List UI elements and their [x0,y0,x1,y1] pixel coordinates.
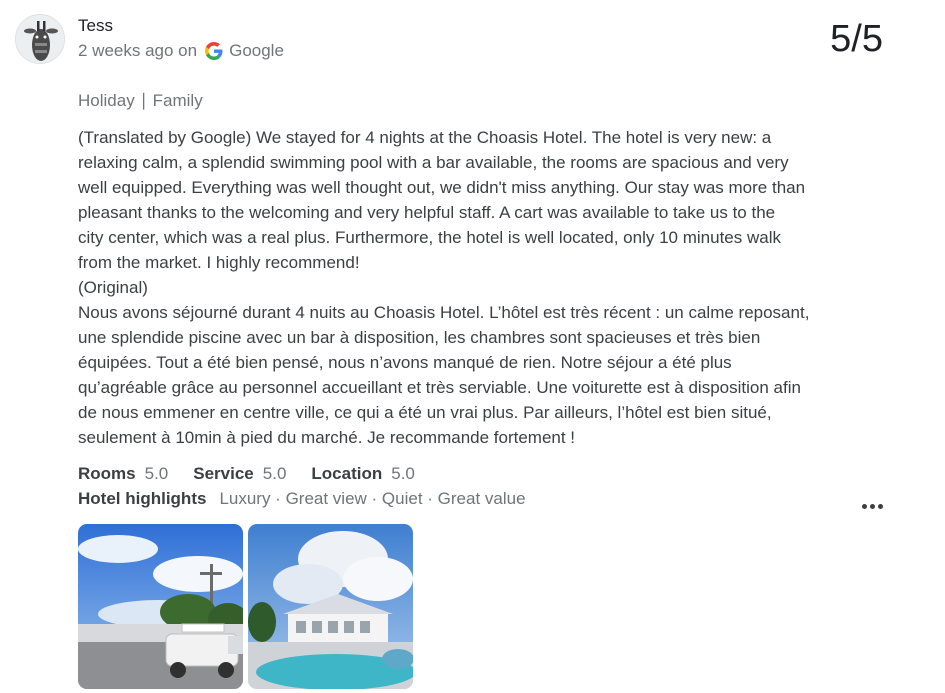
highlights-label: Hotel highlights [78,489,207,508]
review-text-line: équipées. Tout a été bien pensé, nous n’… [78,353,732,372]
author-name[interactable]: Tess [78,16,113,36]
review-text-line: pleasant thanks to the welcoming and ver… [78,203,776,222]
review-photo-pool[interactable] [248,524,413,689]
rating-label-location: Location [311,464,383,483]
rating-label-service: Service [193,464,254,483]
author-avatar[interactable] [15,14,65,64]
rating-label-rooms: Rooms [78,464,136,483]
review-source: Google [229,41,284,60]
google-icon [205,42,223,60]
review-photo-cart[interactable] [78,524,243,689]
highlights-values: Luxury · Great view · Quiet · Great valu… [219,489,526,508]
trip-type: Holiday ∣ Family [78,91,203,110]
review-text-line: seulement à 10min à pied du marché. Je r… [78,428,576,447]
category-ratings: Rooms 5.0 Service 5.0 Location 5.0 [78,464,440,484]
rating-value-rooms: 5.0 [144,464,169,483]
review-text-line: (Translated by Google) We stayed for 4 n… [78,128,772,147]
review-score: 5/5 [830,18,883,60]
rating-value-service: 5.0 [262,464,287,483]
review-text-line: Nous avons séjourné durant 4 nuits au Ch… [78,303,810,322]
rating-value-location: 5.0 [391,464,415,483]
review-date: 2 weeks ago on [78,41,198,60]
review-text-line: une splendide piscine avec un bar à disp… [78,328,761,347]
review-text-line: relaxing calm, a splendid swimming pool … [78,153,789,172]
review-text-line: from the market. I highly recommend! [78,253,360,272]
review-text-line: city center, which was a real plus. Furt… [78,228,781,247]
review-text-line: (Original) [78,278,148,297]
review-text-line: qu’agréable grâce au personnel accueilla… [78,378,801,397]
review-text: (Translated by Google) We stayed for 4 n… [78,125,868,450]
review-text-line: de nous emmener en centre ville, ce qui … [78,403,772,422]
review-meta: 2 weeks ago on Google [78,41,284,61]
hotel-highlights: Hotel highlights Luxury · Great view · Q… [78,489,526,509]
more-options-icon[interactable] [859,497,885,515]
review-text-line: well equipped. Everything was well thoug… [78,178,806,197]
